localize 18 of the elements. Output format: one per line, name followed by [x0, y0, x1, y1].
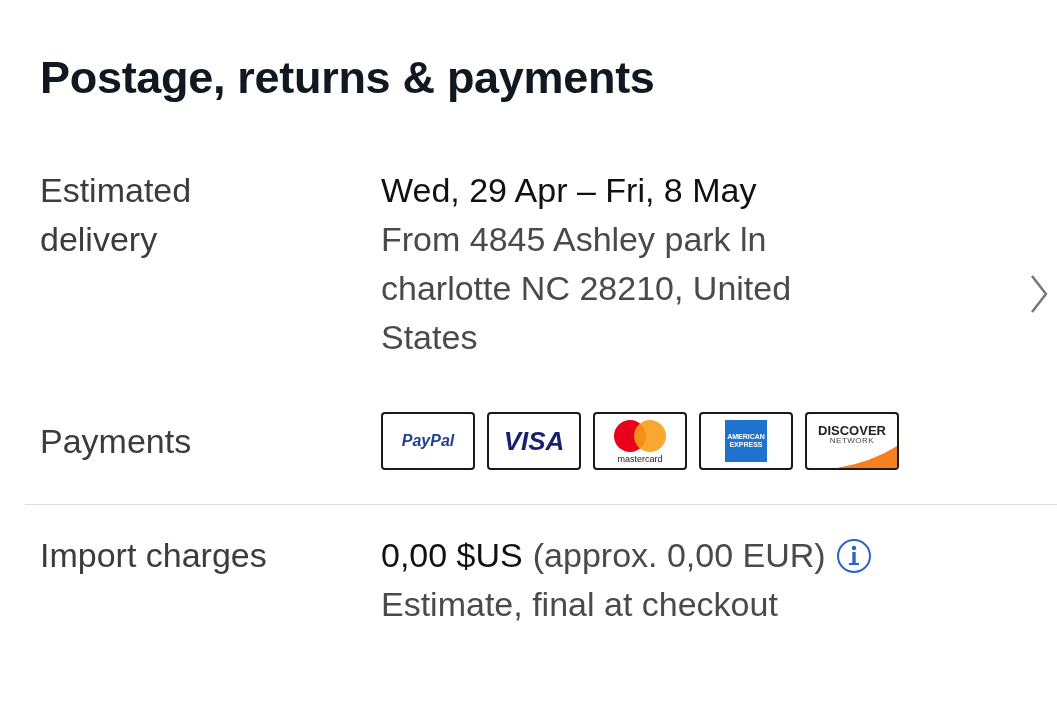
row-label: Payments [40, 420, 193, 462]
circles-icon [613, 418, 667, 453]
row-label: Import charges [40, 535, 268, 576]
logo-text: PayPal [401, 433, 455, 449]
logo-text: DISCOVER [818, 423, 886, 437]
charge-amount: 0,00 $US [381, 535, 523, 576]
swoosh-icon [837, 446, 897, 468]
logo-text: NETWORK [829, 436, 875, 445]
delivery-origin: From 4845 Ashley park ln charlotte NC 28210, United States [381, 219, 793, 358]
logo-text: VISA [503, 428, 565, 454]
logo-text: mastercard [617, 454, 663, 464]
row-label: Estimated delivery [40, 170, 193, 260]
delivery-dates: Wed, 29 Apr – Fri, 8 May [381, 170, 758, 211]
approx-amount: (approx. 0,00 EUR) [532, 535, 826, 576]
chevron-right-icon[interactable] [1029, 274, 1049, 314]
estimate-note: Estimate, final at checkout [381, 584, 779, 625]
section-heading: Postage, returns & payments [40, 52, 656, 104]
info-icon[interactable] [835, 537, 872, 574]
